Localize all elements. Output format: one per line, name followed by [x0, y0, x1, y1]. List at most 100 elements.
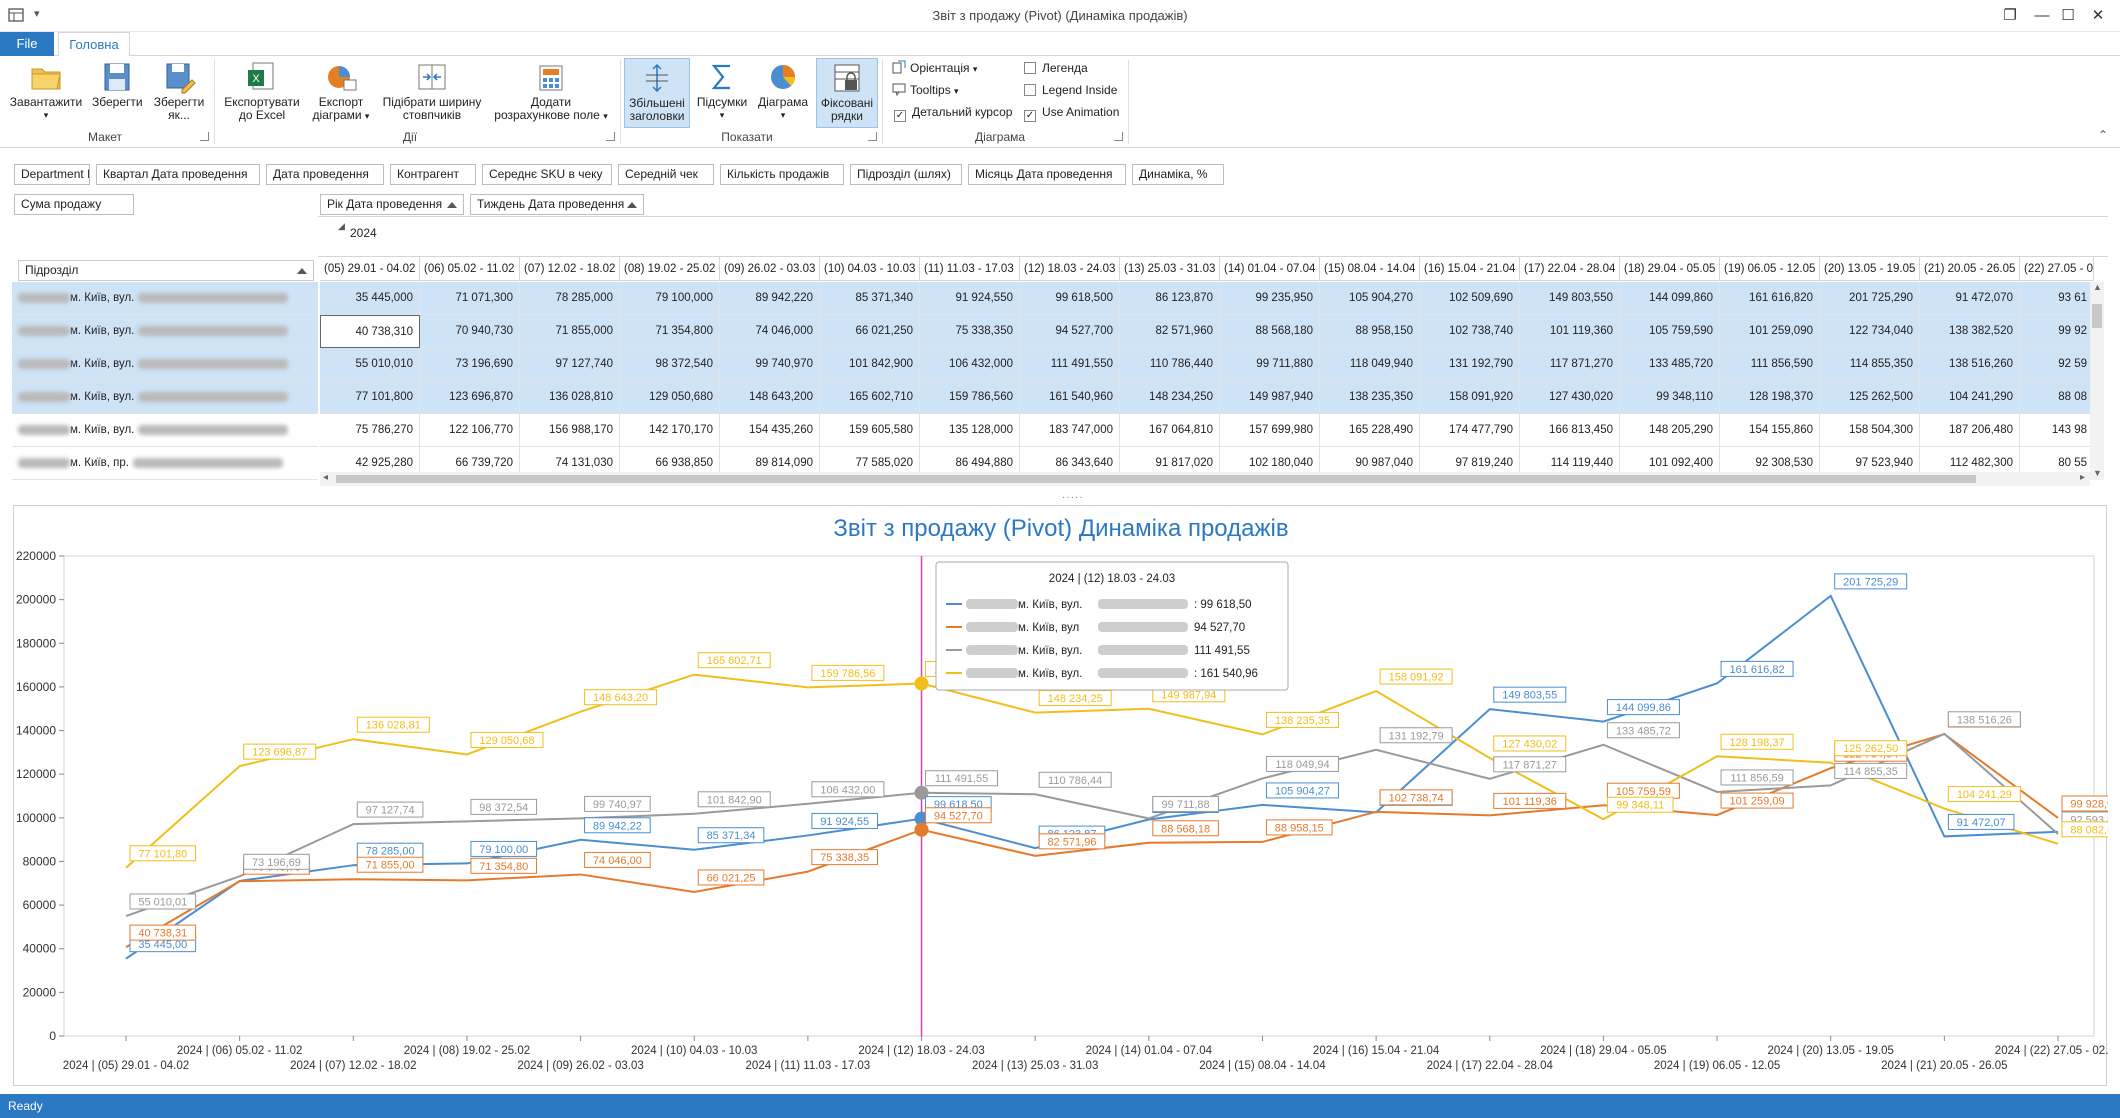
filter-field-button[interactable]: Department Id [14, 164, 90, 185]
pivot-cell[interactable]: 156 988,170 [520, 414, 620, 447]
pivot-cell[interactable]: 138 235,350 [1320, 381, 1420, 414]
pivot-cell[interactable]: 118 049,940 [1320, 348, 1420, 381]
pivot-cell[interactable]: 138 516,260 [1920, 348, 2020, 381]
pivot-cell[interactable]: 165 602,710 [820, 381, 920, 414]
tooltips-dropdown[interactable]: Tooltips ▾ [892, 81, 959, 99]
row-header[interactable]: м. Київ, вул. [12, 414, 318, 447]
save-button[interactable]: Зберегти [92, 58, 143, 128]
pivot-cell[interactable]: 143 98 [2020, 414, 2094, 447]
column-field-week[interactable]: Тиждень Дата проведення [470, 194, 644, 215]
pivot-cell[interactable]: 123 696,870 [420, 381, 520, 414]
fit-columns-button[interactable]: Підібрати ширину стовпчиків [380, 58, 484, 128]
pivot-cell[interactable]: 154 435,260 [720, 414, 820, 447]
pivot-cell[interactable]: 77 101,800 [320, 381, 420, 414]
restore-panel-icon[interactable]: ❐ [2000, 6, 2020, 26]
scroll-right-icon[interactable]: ▸ [2080, 472, 2085, 483]
column-header-week[interactable]: (10) 04.03 - 10.03 [820, 257, 920, 281]
detail-cursor-checkbox[interactable]: ✓ Детальний курсор [894, 103, 1012, 122]
pivot-cell[interactable]: 133 485,720 [1620, 348, 1720, 381]
column-header-week[interactable]: (17) 22.04 - 28.04 [1520, 257, 1620, 281]
pivot-cell[interactable]: 82 571,960 [1120, 315, 1220, 348]
row-field-department[interactable]: Підрозділ [18, 260, 314, 281]
pivot-cell[interactable]: 93 61 [2020, 282, 2094, 315]
pivot-cell[interactable]: 101 259,090 [1720, 315, 1820, 348]
pivot-cell[interactable]: 111 491,550 [1020, 348, 1120, 381]
pivot-cell[interactable]: 158 504,300 [1820, 414, 1920, 447]
pivot-cell[interactable]: 159 605,580 [820, 414, 920, 447]
pivot-cell[interactable]: 98 372,540 [620, 348, 720, 381]
tab-file[interactable]: File [0, 32, 54, 56]
add-calculated-field-button[interactable]: Додати розрахункове поле ▾ [490, 58, 612, 128]
filter-field-button[interactable]: Середнє SKU в чеку [482, 164, 612, 185]
pivot-cell[interactable]: 157 699,980 [1220, 414, 1320, 447]
column-header-week[interactable]: (13) 25.03 - 31.03 [1120, 257, 1220, 281]
column-header-week[interactable]: (18) 29.04 - 05.05 [1620, 257, 1720, 281]
pivot-cell[interactable]: 114 855,350 [1820, 348, 1920, 381]
column-header-week[interactable]: (07) 12.02 - 18.02 [520, 257, 620, 281]
pivot-cell[interactable]: 75 786,270 [320, 414, 420, 447]
load-button[interactable]: Завантажити ▾ [6, 58, 86, 128]
pivot-cell[interactable]: 97 127,740 [520, 348, 620, 381]
pivot-cell[interactable]: 78 285,000 [520, 282, 620, 315]
column-header-week[interactable]: (21) 20.05 - 26.05 [1920, 257, 2020, 281]
pivot-cell[interactable]: 94 527,700 [1020, 315, 1120, 348]
pivot-cell[interactable]: 74 046,000 [720, 315, 820, 348]
column-header-week[interactable]: (22) 27.05 - 02.06 [2020, 257, 2094, 281]
export-chart-button[interactable]: Експорт діаграми ▾ [306, 58, 376, 128]
pivot-cell[interactable]: 71 354,800 [620, 315, 720, 348]
pivot-cell[interactable]: 111 856,590 [1720, 348, 1820, 381]
pivot-cell[interactable]: 138 382,520 [1920, 315, 2020, 348]
pivot-cell[interactable]: 148 643,200 [720, 381, 820, 414]
actions-group-launcher-icon[interactable] [606, 132, 615, 141]
pivot-cell[interactable]: 161 540,960 [1020, 381, 1120, 414]
pivot-cell[interactable]: 131 192,790 [1420, 348, 1520, 381]
pivot-cell[interactable]: 75 338,350 [920, 315, 1020, 348]
column-header-week[interactable]: (12) 18.03 - 24.03 [1020, 257, 1120, 281]
collapse-ribbon-icon[interactable]: ⌃ [2098, 128, 2108, 142]
column-header-week[interactable]: (14) 01.04 - 07.04 [1220, 257, 1320, 281]
pivot-cell[interactable]: 91 472,070 [1920, 282, 2020, 315]
pivot-cell[interactable]: 99 235,950 [1220, 282, 1320, 315]
scrollbar-thumb[interactable] [336, 475, 1976, 483]
pivot-cell[interactable]: 125 262,500 [1820, 381, 1920, 414]
legend-inside-checkbox[interactable]: Legend Inside [1024, 81, 1117, 99]
filter-field-button[interactable]: Динаміка, % [1132, 164, 1224, 185]
export-excel-button[interactable]: X Експортувати до Excel [222, 58, 302, 128]
pivot-cell[interactable]: 154 155,860 [1720, 414, 1820, 447]
pivot-cell[interactable]: 149 803,550 [1520, 282, 1620, 315]
show-group-launcher-icon[interactable] [868, 132, 877, 141]
big-headers-toggle[interactable]: Збільшені заголовки [624, 58, 690, 128]
pivot-cell[interactable]: 122 106,770 [420, 414, 520, 447]
column-header-week[interactable]: (06) 05.02 - 11.02 [420, 257, 520, 281]
row-header[interactable]: м. Київ, вул. [12, 282, 318, 315]
pivot-cell[interactable]: 187 206,480 [1920, 414, 2020, 447]
horizontal-scrollbar[interactable]: ◂ ▸ [320, 472, 2090, 486]
scroll-left-icon[interactable]: ◂ [323, 472, 328, 483]
pivot-cell[interactable]: 101 842,900 [820, 348, 920, 381]
pivot-cell[interactable]: 99 92 [2020, 315, 2094, 348]
pivot-cell[interactable]: 99 618,500 [1020, 282, 1120, 315]
row-header[interactable]: м. Київ, вул. [12, 348, 318, 381]
filter-field-button[interactable]: Квартал Дата проведення [96, 164, 260, 185]
pivot-cell[interactable]: 102 738,740 [1420, 315, 1520, 348]
save-as-button[interactable]: Зберегти як... [148, 58, 210, 128]
row-header[interactable]: м. Київ, вул. [12, 315, 318, 348]
filter-field-button[interactable]: Середній чек [618, 164, 714, 185]
pivot-cell[interactable]: 105 904,270 [1320, 282, 1420, 315]
use-animation-checkbox[interactable]: ✓ Use Animation [1024, 103, 1119, 122]
pivot-cell[interactable]: 88 958,150 [1320, 315, 1420, 348]
pivot-cell[interactable]: 148 234,250 [1120, 381, 1220, 414]
chart-group-launcher-icon[interactable] [1114, 132, 1123, 141]
data-field-button[interactable]: Сума продажу [14, 194, 134, 215]
pivot-cell[interactable]: 128 198,370 [1720, 381, 1820, 414]
column-header-week[interactable]: (05) 29.01 - 04.02 [320, 257, 420, 281]
pivot-cell[interactable]: 148 205,290 [1620, 414, 1720, 447]
pivot-cell[interactable]: 136 028,810 [520, 381, 620, 414]
pivot-cell[interactable]: 104 241,290 [1920, 381, 2020, 414]
column-header-week[interactable]: (16) 15.04 - 21.04 [1420, 257, 1520, 281]
pivot-cell[interactable]: 71 071,300 [420, 282, 520, 315]
maximize-button[interactable]: ☐ [2058, 6, 2078, 26]
pivot-cell[interactable]: 89 942,220 [720, 282, 820, 315]
pivot-cell[interactable]: 144 099,860 [1620, 282, 1720, 315]
filter-field-button[interactable]: Місяць Дата проведення [968, 164, 1126, 185]
